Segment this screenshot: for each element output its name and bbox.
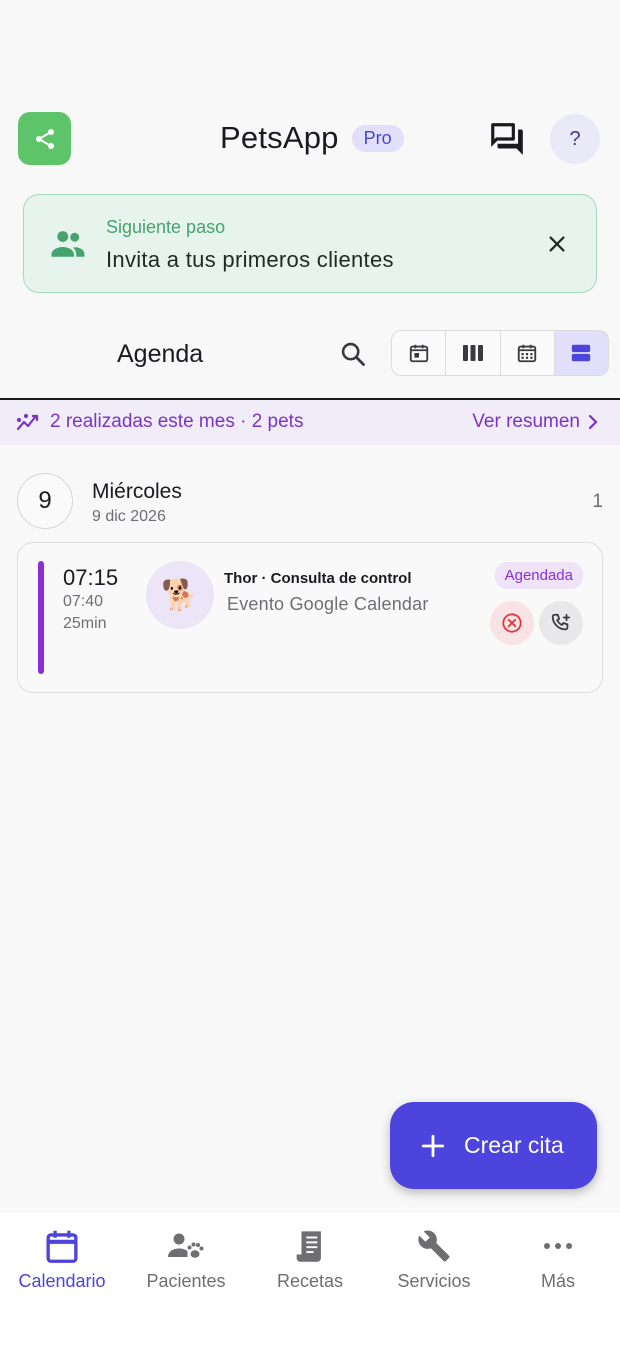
share-button[interactable] — [18, 112, 71, 165]
pet-avatar: 🐕 — [146, 561, 214, 629]
create-appointment-label: Crear cita — [464, 1132, 564, 1158]
calendar-icon — [46, 1230, 78, 1263]
view-summary-link[interactable]: Ver resumen — [472, 411, 598, 433]
plus-icon — [421, 1134, 445, 1157]
more-icon — [544, 1243, 572, 1249]
nav-item-calendario[interactable]: Calendario — [0, 1213, 124, 1352]
cancel-appointment-button[interactable] — [490, 601, 534, 645]
close-icon[interactable] — [546, 233, 568, 255]
nav-item-recetas[interactable]: Recetas — [248, 1213, 372, 1352]
columns-icon — [462, 345, 483, 361]
nav-label-pacientes: Pacientes — [146, 1271, 226, 1291]
app-header: PetsApp Pro ? — [0, 112, 620, 166]
stats-bar[interactable]: 2 realizadas este mes · 2 pets Ver resum… — [0, 400, 620, 445]
bottom-nav: Calendario Pacientes Recetas Servicios M… — [0, 1213, 620, 1352]
wrench-icon — [418, 1230, 450, 1262]
appointment-title: Thor · Consulta de control — [224, 570, 412, 587]
nav-label-servicios: Servicios — [397, 1271, 471, 1291]
next-step-text: Invita a tus primeros clientes — [106, 247, 394, 272]
brand: PetsApp Pro — [220, 120, 404, 156]
nav-label-calendario: Calendario — [18, 1271, 106, 1291]
appointment-subtitle: Evento Google Calendar — [227, 594, 429, 614]
list-view-button[interactable] — [554, 331, 608, 375]
day-number: 9 — [17, 473, 73, 529]
appointment-end-time: 07:40 — [63, 593, 104, 610]
help-button[interactable]: ? — [550, 114, 600, 164]
month-view-button[interactable] — [501, 331, 555, 375]
agenda-toolbar: Agenda — [0, 328, 620, 378]
group-icon — [51, 231, 85, 257]
status-badge: Agendada — [494, 562, 583, 589]
pro-badge: Pro — [351, 124, 404, 152]
week-view-button[interactable] — [446, 331, 501, 375]
share-icon — [35, 128, 54, 149]
stats-summary: 2 realizadas este mes · 2 pets — [50, 411, 304, 432]
nav-label-recetas: Recetas — [276, 1271, 344, 1291]
chat-icon[interactable] — [488, 120, 526, 158]
nav-item-mas[interactable]: Más — [496, 1213, 620, 1352]
next-step-banner[interactable]: Siguiente paso Invita a tus primeros cli… — [23, 194, 597, 293]
month-calendar-icon — [517, 344, 537, 363]
cancel-circle-icon — [502, 613, 522, 633]
event-color-bar — [38, 561, 44, 674]
call-button[interactable] — [539, 601, 583, 645]
chevron-right-icon — [588, 414, 598, 430]
next-step-label: Siguiente paso — [106, 217, 226, 237]
day-header: 9 Miércoles 9 dic 2026 1 — [0, 473, 620, 529]
trending-icon — [16, 413, 39, 431]
nav-item-pacientes[interactable]: Pacientes — [124, 1213, 248, 1352]
appointment-card[interactable]: 07:15 07:40 25min 🐕 Thor · Consulta de c… — [17, 542, 603, 693]
appointment-start-time: 07:15 — [63, 565, 119, 590]
day-view-button[interactable] — [392, 331, 447, 375]
phone-add-icon — [551, 613, 571, 631]
nav-label-mas: Más — [540, 1271, 575, 1291]
day-appointment-count: 1 — [592, 491, 603, 512]
create-appointment-button[interactable]: Crear cita — [390, 1102, 597, 1189]
agenda-title: Agenda — [117, 340, 204, 368]
view-summary-label: Ver resumen — [472, 411, 580, 432]
view-toggle — [391, 330, 609, 376]
nav-item-servicios[interactable]: Servicios — [372, 1213, 496, 1352]
receipt-icon — [296, 1231, 321, 1262]
day-date: 9 dic 2026 — [92, 508, 166, 525]
search-icon[interactable] — [339, 340, 367, 368]
day-name: Miércoles — [92, 480, 182, 503]
app-title: PetsApp — [220, 120, 339, 155]
day-calendar-icon — [409, 344, 428, 363]
appointment-duration: 25min — [63, 615, 107, 632]
rows-icon — [572, 344, 591, 362]
patients-icon — [168, 1233, 204, 1258]
